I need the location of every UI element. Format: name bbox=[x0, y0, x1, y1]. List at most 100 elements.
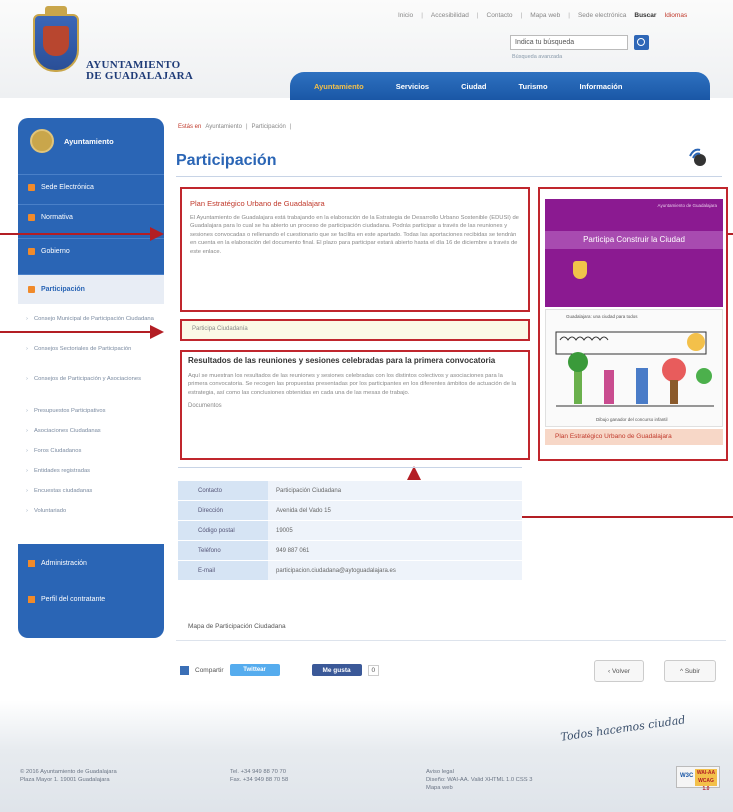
tweet-button[interactable]: Twittear bbox=[229, 664, 280, 676]
nav-ciudad[interactable]: Ciudad bbox=[461, 82, 486, 91]
footer-col-links: Aviso legal Diseño: WAI-AA. Valid XHTML … bbox=[426, 768, 532, 792]
sidebar-item-participacion[interactable]: Participación bbox=[18, 274, 164, 304]
sidebar-header-label: Ayuntamiento bbox=[64, 136, 114, 146]
sidebar-header[interactable]: Ayuntamiento bbox=[18, 118, 164, 164]
contact-email-link[interactable]: participacion.ciudadana@aytoguadalajara.… bbox=[268, 561, 522, 580]
resultados-text: Aquí se muestran los resultados de las r… bbox=[188, 373, 517, 396]
search-input[interactable]: Indica tu búsqueda bbox=[510, 35, 628, 50]
footer-col-address: © 2016 Ayuntamiento de Guadalajara Plaza… bbox=[20, 768, 117, 784]
annotation-arrow-line bbox=[0, 331, 150, 333]
footer-validation: Diseño: WAI-AA. Valid XHTML 1.0 CSS 3 bbox=[426, 777, 533, 783]
share-icon[interactable] bbox=[180, 665, 189, 675]
sidebar: Ayuntamiento Sede Electrónica Normativa … bbox=[18, 118, 164, 638]
toplink-accesibilidad[interactable]: Accesibilidad bbox=[431, 12, 469, 19]
sub-item-foros[interactable]: Foros Ciudadanos bbox=[26, 448, 160, 455]
promo-small-text: Ayuntamiento de Guadalajara bbox=[657, 203, 717, 208]
back-label: Volver bbox=[611, 667, 631, 675]
breadcrumb-ayuntamiento[interactable]: Ayuntamiento bbox=[205, 124, 242, 130]
city-coat-of-arms-logo[interactable] bbox=[33, 6, 79, 72]
sidebar-item-gobierno[interactable]: Gobierno bbox=[18, 238, 164, 264]
sidebar-item-perfil-contratante[interactable]: Perfil del contratante bbox=[18, 586, 164, 612]
bullet-icon bbox=[28, 214, 35, 221]
main-nav: Ayuntamiento Servicios Ciudad Turismo In… bbox=[290, 72, 710, 100]
promo-purple-banner[interactable]: Ayuntamiento de Guadalajara Participa Co… bbox=[545, 199, 723, 307]
sub-item-voluntariado[interactable]: Voluntariado bbox=[26, 508, 160, 515]
footer-address: Plaza Mayor 1. 19001 Guadalajara bbox=[20, 777, 110, 783]
nav-turismo[interactable]: Turismo bbox=[519, 82, 548, 91]
toplink-contacto[interactable]: Contacto bbox=[487, 12, 513, 19]
plan-estrategico-promo-link[interactable]: Plan Estratégico Urbano de Guadalajara bbox=[545, 429, 723, 445]
share-label[interactable]: Compartir bbox=[195, 667, 224, 674]
sidebar-item-normativa[interactable]: Normativa bbox=[18, 204, 164, 230]
promo-band-text: Participa Construir la Ciudad bbox=[545, 231, 723, 249]
back-button[interactable]: ‹ Volver bbox=[594, 660, 644, 682]
sidebar-item-administracion[interactable]: Administración bbox=[18, 550, 164, 576]
breadcrumb-participacion[interactable]: Participación bbox=[252, 124, 286, 130]
toplink-mapa-web[interactable]: Mapa web bbox=[530, 12, 560, 19]
sidebar-item-label: Participación bbox=[41, 286, 85, 293]
sidebar-item-sede[interactable]: Sede Electrónica bbox=[18, 174, 164, 200]
shield-inner bbox=[43, 26, 69, 56]
resultados-documents-link[interactable]: Documentos bbox=[188, 403, 522, 409]
plan-estrategico-box: Plan Estratégico Urbano de Guadalajara E… bbox=[180, 187, 530, 312]
nav-servicios[interactable]: Servicios bbox=[396, 82, 429, 91]
like-count: 0 bbox=[367, 664, 380, 676]
table-row: E-mail participacion.ciudadana@aytoguada… bbox=[178, 560, 522, 580]
plan-estrategico-title[interactable]: Plan Estratégico Urbano de Guadalajara bbox=[190, 199, 520, 208]
sidebar-sublist: Consejo Municipal de Participación Ciuda… bbox=[18, 304, 164, 544]
sub-item-asociaciones[interactable]: Asociaciones Ciudadanas bbox=[26, 428, 160, 435]
sidebar-item-label: Gobierno bbox=[41, 248, 70, 255]
sub-item-encuestas[interactable]: Encuestas ciudadanas bbox=[26, 488, 160, 495]
scroll-up-button[interactable]: ^ Subir bbox=[664, 660, 716, 682]
listen-audio-icon[interactable] bbox=[686, 146, 708, 168]
up-label: Subir bbox=[684, 667, 701, 675]
contact-value: 19005 bbox=[268, 521, 522, 540]
participa-link-box[interactable]: Participa Ciudadanía bbox=[180, 319, 530, 341]
table-row: Código postal 19005 bbox=[178, 520, 522, 540]
sub-item-consejos-sectoriales[interactable]: Consejos Sectoriales de Participación bbox=[26, 346, 160, 353]
nav-informacion[interactable]: Información bbox=[580, 82, 623, 91]
contact-value: Avenida del Vado 15 bbox=[268, 501, 522, 520]
share-row: Compartir Twittear Me gusta 0 bbox=[180, 664, 380, 676]
sidebar-item-label: Perfil del contratante bbox=[41, 595, 106, 603]
sub-item-entidades[interactable]: Entidades registradas bbox=[26, 468, 160, 475]
footer-col-phone: Tel. +34 949 88 70 70 Fax. +34 949 88 70… bbox=[230, 768, 288, 784]
contact-divider bbox=[178, 467, 522, 468]
sub-item-presupuestos[interactable]: Presupuestos Participativos bbox=[26, 408, 160, 415]
bullet-icon bbox=[28, 286, 35, 293]
search-icon[interactable] bbox=[634, 35, 649, 50]
bullet-icon bbox=[28, 595, 35, 603]
footer-phone: Tel. +34 949 88 70 70 bbox=[230, 769, 286, 775]
footer-sitemap-link[interactable]: Mapa web bbox=[426, 784, 532, 792]
sub-item-consejo-municipal[interactable]: Consejo Municipal de Participación Ciuda… bbox=[26, 316, 160, 323]
nav-ayuntamiento[interactable]: Ayuntamiento bbox=[314, 82, 364, 91]
map-link[interactable]: Mapa de Participación Ciudadana bbox=[188, 623, 286, 630]
contact-table: Contacto Participación Ciudadana Direcci… bbox=[178, 470, 522, 580]
promo-banner-box[interactable]: Ayuntamiento de Guadalajara Participa Co… bbox=[538, 187, 728, 461]
contact-label: E-mail bbox=[178, 561, 268, 580]
advanced-search-link[interactable]: Búsqueda avanzada bbox=[512, 54, 562, 60]
annotation-arrow-line bbox=[728, 233, 733, 235]
wai-aa-logo: WAI-AA WCAG 1.0 bbox=[695, 769, 717, 792]
toplink-inicio[interactable]: Inicio bbox=[398, 12, 413, 19]
annotation-arrow-head bbox=[150, 227, 164, 241]
facebook-like-button[interactable]: Me gusta bbox=[311, 664, 362, 676]
footer-copyright: © 2016 Ayuntamiento de Guadalajara bbox=[20, 769, 117, 775]
drawing-caption-bottom: Dibujo ganador del concurso infantil bbox=[596, 417, 668, 422]
table-row: Teléfono 949 887 061 bbox=[178, 540, 522, 560]
toplink-sede[interactable]: Sede electrónica bbox=[578, 12, 626, 19]
toplink-idiomas[interactable]: Idiomas bbox=[664, 12, 687, 19]
bullet-icon bbox=[28, 184, 35, 191]
city-shield-icon bbox=[573, 261, 587, 279]
footer-legal-link[interactable]: Aviso legal bbox=[426, 768, 532, 776]
resultados-title: Resultados de las reuniones y sesiones c… bbox=[188, 356, 496, 365]
contact-value: 949 887 061 bbox=[268, 541, 522, 560]
contact-label: Contacto bbox=[178, 481, 268, 500]
child-drawing-image[interactable]: Guadalajara: una ciudad para todos Dibuj… bbox=[545, 309, 723, 427]
site-logo-text[interactable]: AYUNTAMIENTO DE GUADALAJARA bbox=[86, 60, 193, 82]
breadcrumb: Estás en Ayuntamiento | Participación | bbox=[178, 124, 292, 130]
toplink-buscar[interactable]: Buscar bbox=[634, 12, 656, 19]
sub-item-consejos-asociaciones[interactable]: Consejos de Participación y Asociaciones bbox=[26, 376, 160, 383]
wai-badge[interactable]: W3C WAI-AA WCAG 1.0 bbox=[676, 766, 720, 792]
contact-label: Teléfono bbox=[178, 541, 268, 560]
